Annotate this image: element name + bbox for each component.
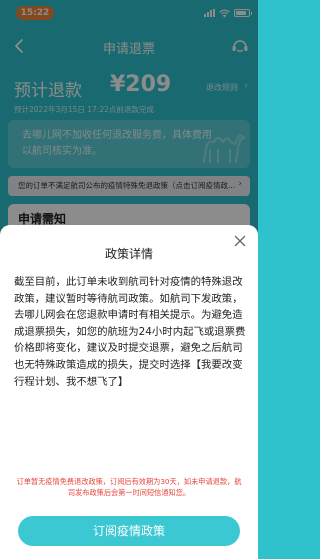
subscription-hint: 订单暂无疫情免费退改政策，订阅后有效期为30天，如未申请退款，航司发布政策后会第… bbox=[16, 477, 242, 497]
subscribe-epidemic-policy-button[interactable]: 订阅疫情政策 bbox=[18, 516, 240, 546]
policy-detail-sheet: 政策详情 截至目前，此订单未收到航司针对疫情的特殊退改政策，建议暂时等待航司政策… bbox=[0, 225, 258, 559]
policy-detail-text: 截至目前，此订单未收到航司针对疫情的特殊退改政策，建议暂时等待航司政策。如航司下… bbox=[14, 276, 246, 388]
sheet-title: 政策详情 bbox=[104, 247, 153, 261]
close-icon[interactable] bbox=[232, 233, 248, 249]
